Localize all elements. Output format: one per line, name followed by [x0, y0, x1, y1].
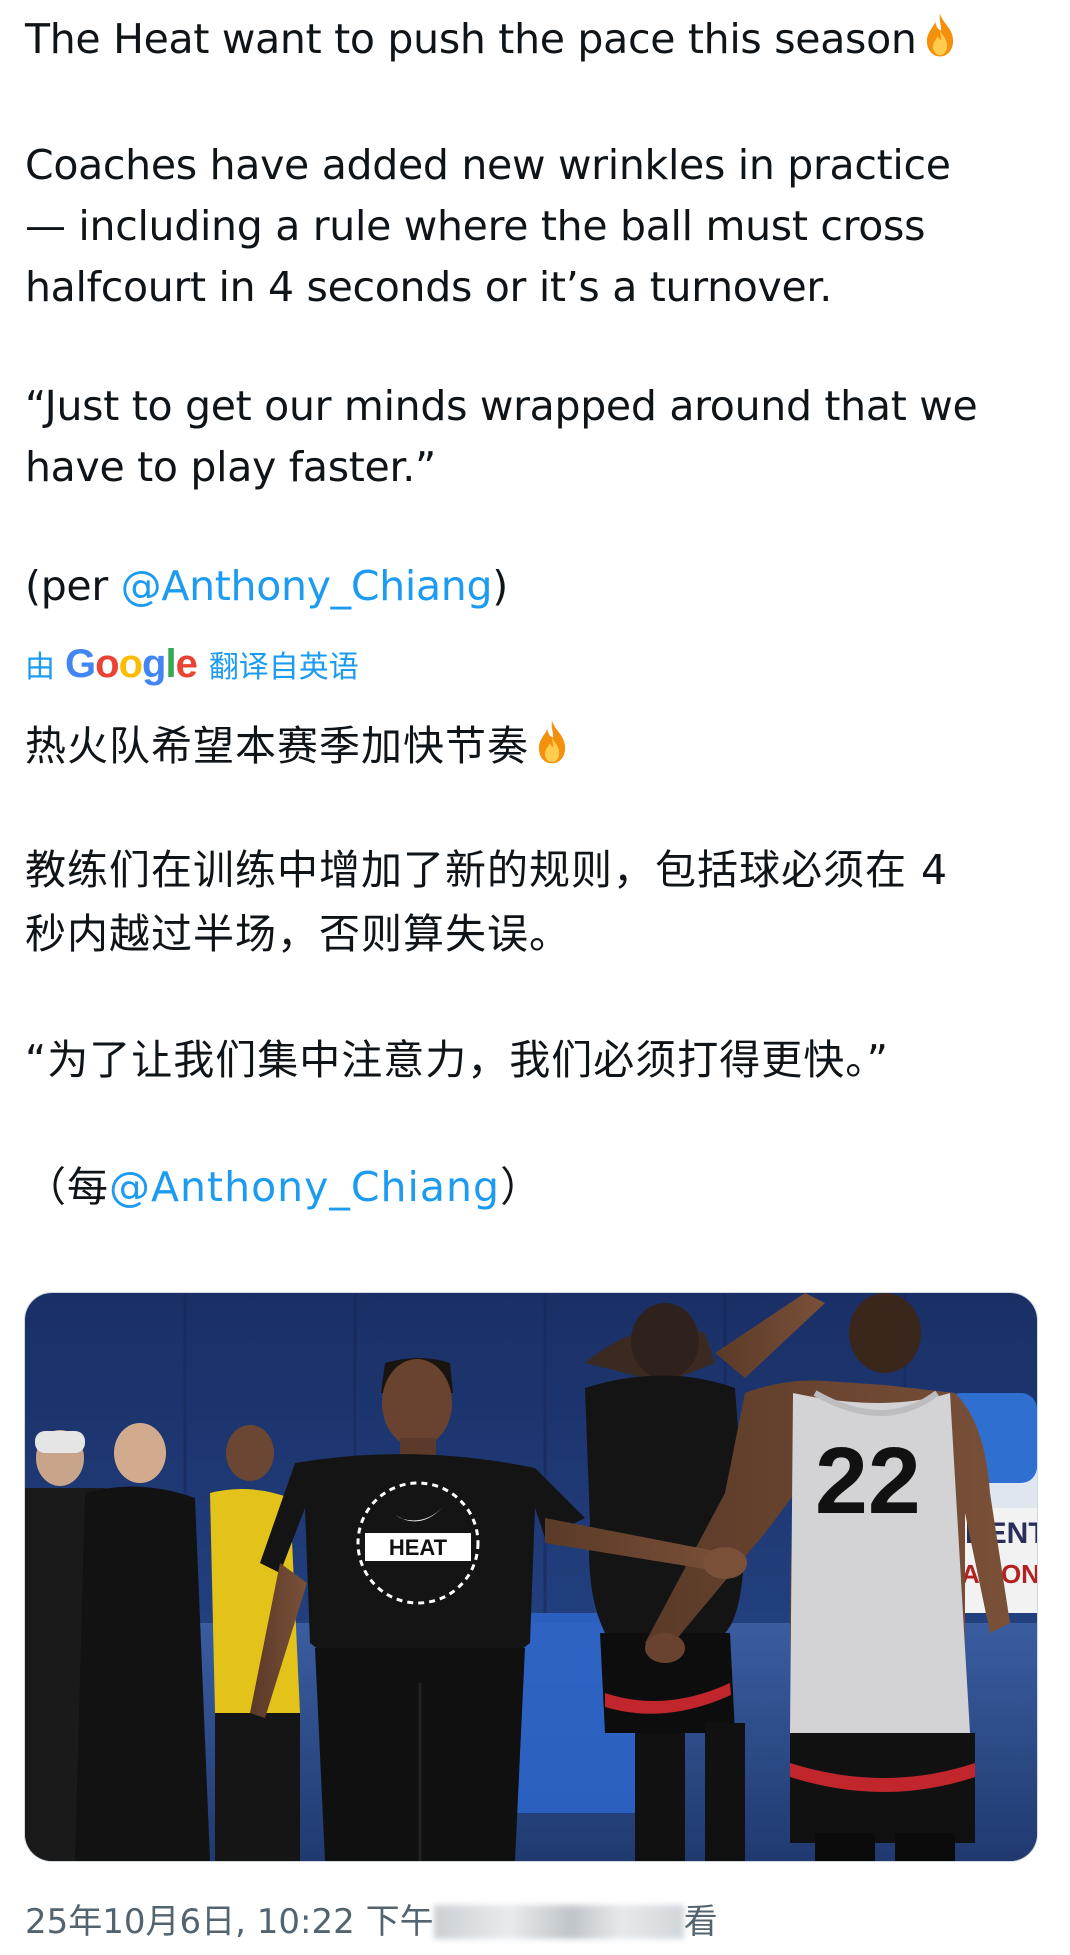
translated-text-line: 教练们在训练中增加了新的规则，包括球必须在 4 [25, 846, 949, 894]
credit-prefix: （每 [25, 1163, 109, 1211]
credit-suffix: ) [492, 562, 508, 610]
tweet-meta: 25年10月6日, 10:22 下午 看 [25, 1894, 718, 1943]
tweet-photo[interactable]: DENT ATION [24, 1292, 1038, 1862]
views-label: 看 [683, 1902, 718, 1942]
tweet-text-line: halfcourt in 4 seconds or it’s a turnove… [25, 263, 832, 311]
tweet-text-line: Coaches have added new wrinkles in pract… [25, 141, 951, 189]
credit-prefix: (per [25, 562, 121, 610]
tweet-text-line: — including a rule where the ball must c… [25, 202, 926, 250]
credit-suffix: ） [500, 1163, 543, 1211]
practice-photo: DENT ATION [25, 1293, 1037, 1861]
translated-text-line: 秒内越过半场，否则算失误。 [25, 910, 571, 958]
blurred-views-area [433, 1905, 684, 1939]
fire-emoji-icon [538, 720, 566, 764]
tweet-text-line: have to play faster.” [25, 443, 436, 491]
translated-credit-line: （每@Anthony_Chiang） [25, 1157, 542, 1217]
fire-emoji-icon [926, 13, 953, 57]
tweet-text-line: “Just to get our minds wrapped around th… [25, 382, 978, 430]
translated-by-google-link[interactable]: 由 Google 翻译自英语 [25, 636, 359, 692]
shirt-text: HEAT [389, 1535, 448, 1560]
tweet-text-line: The Heat want to push the pace this seas… [25, 9, 959, 69]
tweet-credit-line: (per @Anthony_Chiang) [25, 556, 508, 616]
translate-suffix: 翻译自英语 [208, 650, 359, 685]
jersey-number: 22 [815, 1428, 921, 1534]
mention-link-anthony-chiang[interactable]: @Anthony_Chiang [109, 1163, 500, 1211]
translate-prefix: 由 [25, 650, 55, 685]
translated-text-line: “为了让我们集中注意力，我们必须打得更快。” [25, 1036, 889, 1084]
tweet-body: The Heat want to push the pace this seas… [0, 0, 1070, 1955]
translated-text: 热火队希望本赛季加快节奏 [25, 722, 529, 770]
google-logo: Google [65, 641, 198, 686]
tweet-text: The Heat want to push the pace this seas… [25, 15, 917, 63]
translated-text-line: 热火队希望本赛季加快节奏 [25, 716, 571, 776]
tweet-timestamp[interactable]: 25年10月6日, 10:22 下午 [25, 1902, 434, 1942]
mention-link-anthony-chiang[interactable]: @Anthony_Chiang [121, 562, 493, 610]
